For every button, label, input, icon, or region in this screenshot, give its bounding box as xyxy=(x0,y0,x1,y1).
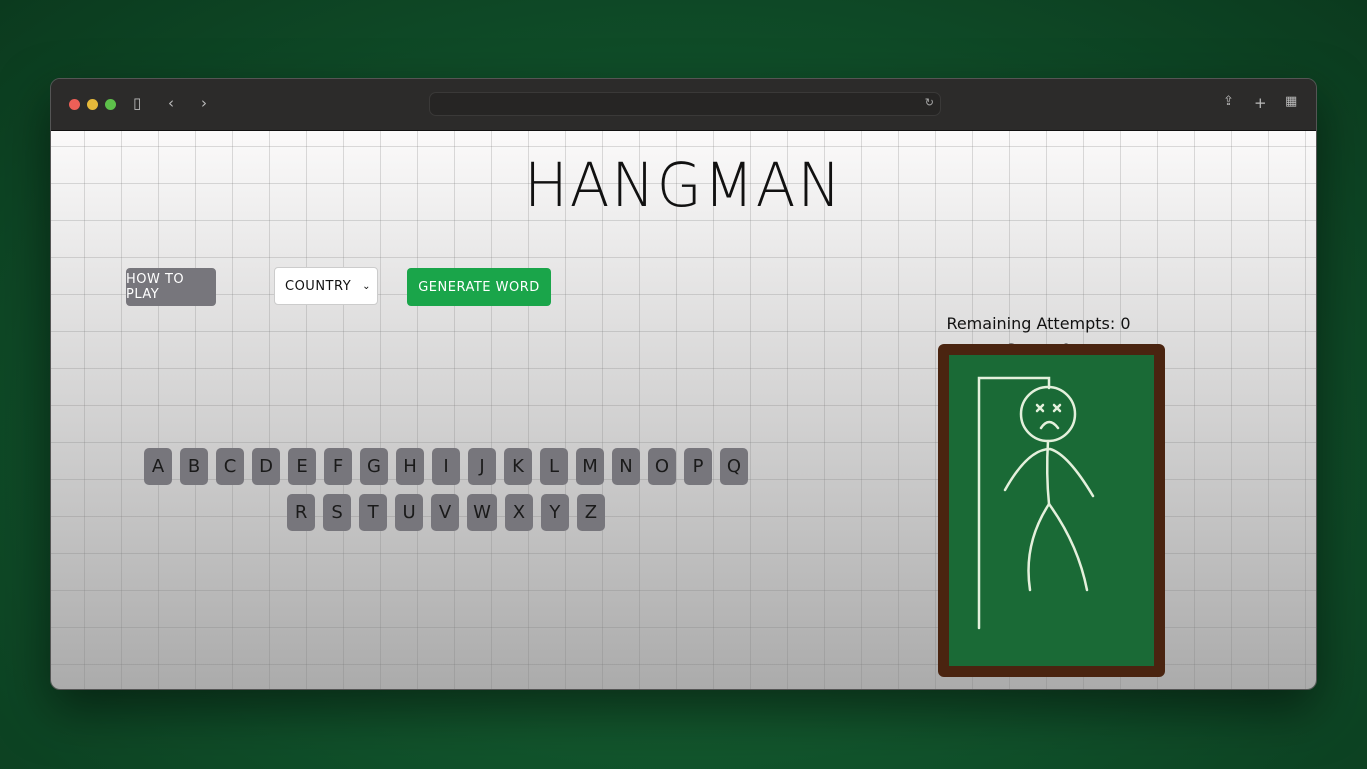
letter-key-l[interactable]: L xyxy=(540,448,568,485)
letter-key-c[interactable]: C xyxy=(216,448,244,485)
letter-key-k[interactable]: K xyxy=(504,448,532,485)
letter-key-n[interactable]: N xyxy=(612,448,640,485)
letter-key-t[interactable]: T xyxy=(359,494,388,531)
generate-word-button[interactable]: GENERATE WORD xyxy=(407,268,551,306)
letter-key-m[interactable]: M xyxy=(576,448,604,485)
remaining-attempts: Remaining Attempts: 0 xyxy=(946,314,1131,333)
address-bar[interactable]: ↻ xyxy=(429,92,941,116)
category-value: COUNTRY xyxy=(285,278,352,294)
browser-toolbar: ▯ ‹ › ↻ ⇪ + ▦ xyxy=(51,79,1316,131)
how-to-play-button[interactable]: HOW TO PLAY xyxy=(126,268,216,306)
page-title: HANGMAN xyxy=(524,149,843,221)
hangman-legs xyxy=(1027,501,1089,592)
letter-key-w[interactable]: W xyxy=(467,494,497,531)
browser-window: ▯ ‹ › ↻ ⇪ + ▦ HANGMAN HOW TO PLAY COUNTR… xyxy=(50,78,1317,690)
keyboard-row-1: ABCDEFGHIJKLMNOPQ xyxy=(131,448,761,485)
gallows xyxy=(977,376,1051,630)
minimize-window-button[interactable] xyxy=(87,99,98,110)
category-select[interactable]: COUNTRY ⌄ xyxy=(274,267,378,305)
new-tab-icon[interactable]: + xyxy=(1254,94,1267,112)
letter-key-u[interactable]: U xyxy=(395,494,424,531)
maximize-window-button[interactable] xyxy=(105,99,116,110)
letter-key-p[interactable]: P xyxy=(684,448,712,485)
letter-key-x[interactable]: X xyxy=(504,494,533,531)
letter-key-q[interactable]: Q xyxy=(720,448,748,485)
letter-key-y[interactable]: Y xyxy=(540,494,569,531)
letter-key-f[interactable]: F xyxy=(324,448,352,485)
letter-key-d[interactable]: D xyxy=(252,448,280,485)
tab-overview-icon[interactable]: ▦ xyxy=(1285,94,1297,109)
letter-key-g[interactable]: G xyxy=(360,448,388,485)
close-window-button[interactable] xyxy=(69,99,80,110)
letter-key-i[interactable]: I xyxy=(432,448,460,485)
letter-key-z[interactable]: Z xyxy=(576,494,605,531)
chevron-down-icon: ⌄ xyxy=(362,280,371,292)
back-icon[interactable]: ‹ xyxy=(168,94,174,112)
letter-key-v[interactable]: V xyxy=(431,494,460,531)
letter-key-j[interactable]: J xyxy=(468,448,496,485)
share-icon[interactable]: ⇪ xyxy=(1223,94,1234,109)
letter-key-a[interactable]: A xyxy=(144,448,172,485)
keyboard-row-2: RSTUVWXYZ xyxy=(131,494,761,531)
sad-face xyxy=(1035,403,1062,430)
sidebar-icon[interactable]: ▯ xyxy=(133,94,141,112)
letter-key-b[interactable]: B xyxy=(180,448,208,485)
forward-icon[interactable]: › xyxy=(201,94,207,112)
letter-key-o[interactable]: O xyxy=(648,448,676,485)
reload-icon[interactable]: ↻ xyxy=(925,96,934,109)
letter-key-h[interactable]: H xyxy=(396,448,424,485)
hangman-drawing xyxy=(977,376,1095,630)
letter-key-s[interactable]: S xyxy=(323,494,352,531)
hangman-head xyxy=(1019,385,1077,443)
hangman-body xyxy=(1045,439,1051,506)
hangman-board xyxy=(938,344,1165,677)
letter-key-e[interactable]: E xyxy=(288,448,316,485)
page-content: HANGMAN HOW TO PLAY COUNTRY ⌄ GENERATE WO… xyxy=(51,131,1316,689)
letter-key-r[interactable]: R xyxy=(287,494,316,531)
